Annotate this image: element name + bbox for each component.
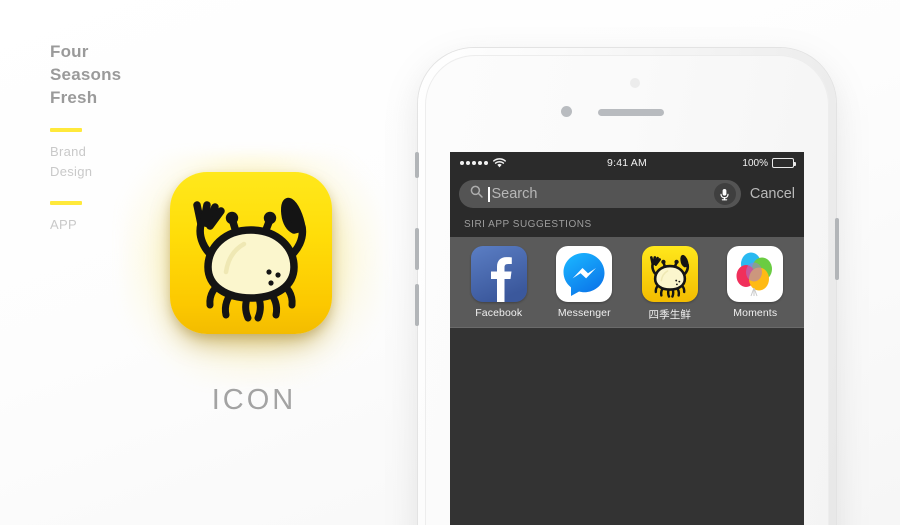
- icon-showcase: ICON: [122, 154, 382, 416]
- text-cursor: [488, 186, 490, 202]
- search-results-area: [450, 328, 804, 525]
- status-bar: 9:41 AM 100%: [450, 152, 804, 174]
- app-label: Facebook: [475, 307, 523, 319]
- screenshot-canvas: Four Seasons Fresh Brand Design APP ICON…: [0, 0, 900, 525]
- facebook-icon[interactable]: [470, 246, 527, 302]
- crab-app-icon[interactable]: [170, 172, 332, 334]
- earpiece-speaker: [598, 109, 664, 116]
- page-title: Four Seasons Fresh: [50, 42, 122, 107]
- battery-icon: [772, 158, 796, 168]
- messenger-icon[interactable]: [556, 246, 613, 302]
- app-label: Messenger: [557, 307, 611, 319]
- power-button[interactable]: [835, 218, 839, 280]
- status-right-cluster: 100%: [742, 157, 796, 169]
- volume-down-button[interactable]: [415, 284, 419, 326]
- volume-up-button[interactable]: [415, 228, 419, 270]
- app-label: 四季生鲜: [648, 309, 691, 321]
- divider-yellow-bottom: [50, 201, 82, 205]
- mute-switch-button[interactable]: [415, 152, 419, 178]
- battery-percent: 100%: [742, 157, 768, 169]
- crab-app-icon[interactable]: [641, 246, 698, 302]
- cancel-button[interactable]: Cancel: [750, 186, 795, 202]
- wifi-icon: [493, 158, 506, 168]
- proximity-sensor-icon: [630, 78, 640, 88]
- siri-suggestions-panel: Facebook Messenger 四季生鲜 Moments: [450, 237, 804, 328]
- balloons-icon[interactable]: [727, 246, 784, 302]
- search-placeholder: Search: [491, 186, 538, 202]
- app-item-messenger[interactable]: Messenger: [548, 246, 620, 322]
- divider-yellow-top: [50, 128, 82, 132]
- front-camera-icon: [561, 106, 572, 117]
- phone-screen: 9:41 AM 100% Search Cancel SIRI APP SUGG…: [450, 152, 804, 525]
- search-input[interactable]: Search: [459, 180, 741, 208]
- icon-caption: ICON: [211, 384, 297, 416]
- iphone-mockup: 9:41 AM 100% Search Cancel SIRI APP SUGG…: [415, 48, 839, 525]
- app-item-facebook[interactable]: Facebook: [463, 246, 535, 322]
- microphone-icon[interactable]: [713, 183, 736, 205]
- search-icon: [470, 185, 483, 203]
- siri-suggestions-header: SIRI APP SUGGESTIONS: [450, 217, 804, 237]
- app-item-moments[interactable]: Moments: [719, 246, 791, 322]
- app-label: Moments: [733, 307, 778, 319]
- search-bar-row: Search Cancel: [450, 174, 804, 217]
- signal-strength-icon: [460, 161, 488, 165]
- app-item-crab[interactable]: 四季生鲜: [634, 246, 706, 322]
